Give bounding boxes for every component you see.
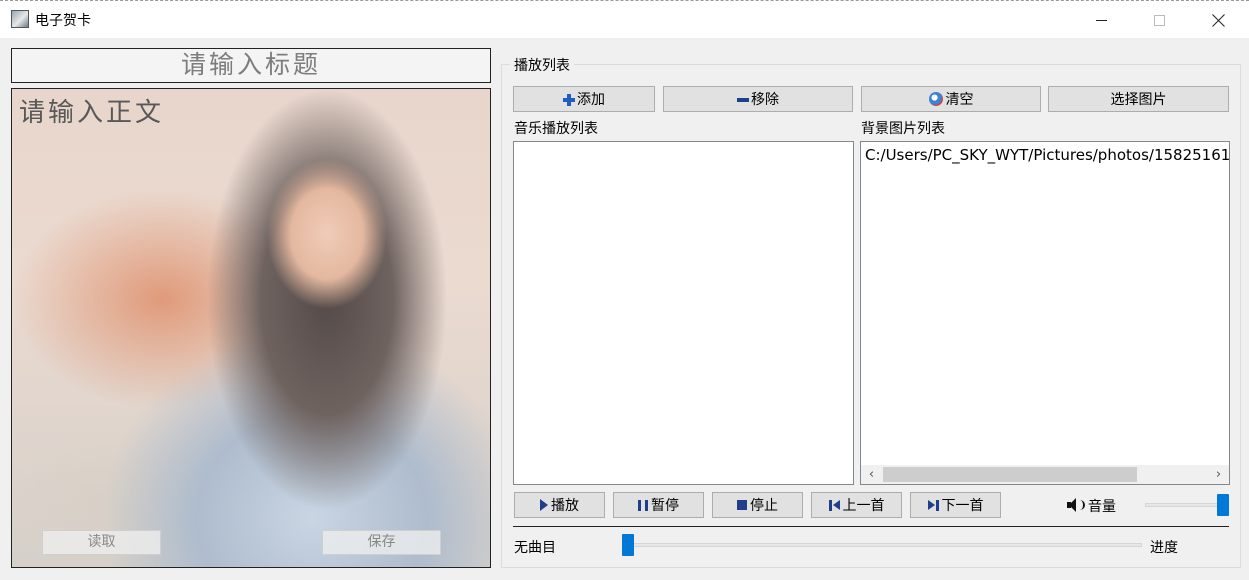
select-image-button-label: 选择图片 [1110,92,1167,108]
skip-next-icon [927,499,939,511]
stop-icon [737,500,747,510]
progress-label: 进度 [1150,540,1178,556]
window-title: 电子贺卡 [35,13,91,29]
save-button[interactable]: 保存 [322,530,441,555]
title-bar: 电子贺卡 [0,0,1249,38]
scroll-left-icon[interactable]: ‹ [863,467,880,482]
horizontal-scrollbar[interactable]: ‹ › [861,465,1229,484]
card-background-image: 请输入正文 读取 保存 [11,88,491,568]
maximize-icon [1153,14,1165,26]
play-button-label: 播放 [551,498,579,514]
read-button[interactable]: 读取 [42,530,161,555]
progress-slider-thumb[interactable] [622,534,634,556]
volume-slider[interactable] [1145,494,1229,516]
minimize-button[interactable] [1072,1,1130,39]
scroll-right-icon[interactable]: › [1210,467,1227,482]
play-button[interactable]: 播放 [514,492,605,518]
volume-slider-thumb[interactable] [1217,494,1229,516]
image-list-label: 背景图片列表 [861,121,945,137]
clear-icon [928,92,943,106]
minus-icon [737,94,749,105]
speaker-icon [1067,497,1085,513]
next-track-label: 下一首 [941,498,984,514]
list-item[interactable]: C:/Users/PC_SKY_WYT/Pictures/photos/1582… [865,146,1229,164]
remove-button[interactable]: 移除 [663,86,853,112]
next-track-button[interactable]: 下一首 [910,492,1001,518]
pause-icon [638,499,648,511]
pause-button[interactable]: 暂停 [613,492,704,518]
skip-previous-icon [828,499,840,511]
pause-button-label: 暂停 [651,498,679,514]
background-image-list[interactable]: C:/Users/PC_SKY_WYT/Pictures/photos/1582… [860,141,1230,485]
music-playlist[interactable] [513,141,854,485]
previous-track-button[interactable]: 上一首 [811,492,902,518]
remove-button-label: 移除 [751,92,779,108]
stop-button-label: 停止 [750,498,778,514]
previous-track-label: 上一首 [842,498,885,514]
minimize-icon [1095,19,1107,21]
playlist-panel: 播放列表 添加 移除 清空 选择图片 音乐播放列表 背景图片列表 C:/User… [501,48,1241,568]
select-image-button[interactable]: 选择图片 [1048,86,1229,112]
progress-slider-track [622,543,1142,547]
music-list-label: 音乐播放列表 [514,121,598,137]
add-button[interactable]: 添加 [513,86,655,112]
maximize-button[interactable] [1130,1,1188,39]
current-track-name: 无曲目 [514,540,556,556]
plus-icon [563,93,575,106]
clear-button-label: 清空 [945,92,974,108]
app-icon [11,10,29,28]
close-icon [1212,14,1225,27]
card-body-input[interactable]: 请输入正文 [19,92,164,129]
scrollbar-thumb[interactable] [883,467,1137,482]
divider [513,526,1229,527]
stop-button[interactable]: 停止 [712,492,803,518]
clear-button[interactable]: 清空 [861,86,1041,112]
progress-slider[interactable] [622,534,1142,556]
add-button-label: 添加 [577,92,605,108]
volume-label: 音量 [1088,499,1116,515]
playlist-group-label: 播放列表 [510,55,574,75]
play-icon [540,499,548,511]
card-title-input[interactable]: 请输入标题 [11,48,491,83]
card-preview-panel: 请输入标题 请输入正文 读取 保存 [11,48,491,568]
close-button[interactable] [1189,1,1247,39]
